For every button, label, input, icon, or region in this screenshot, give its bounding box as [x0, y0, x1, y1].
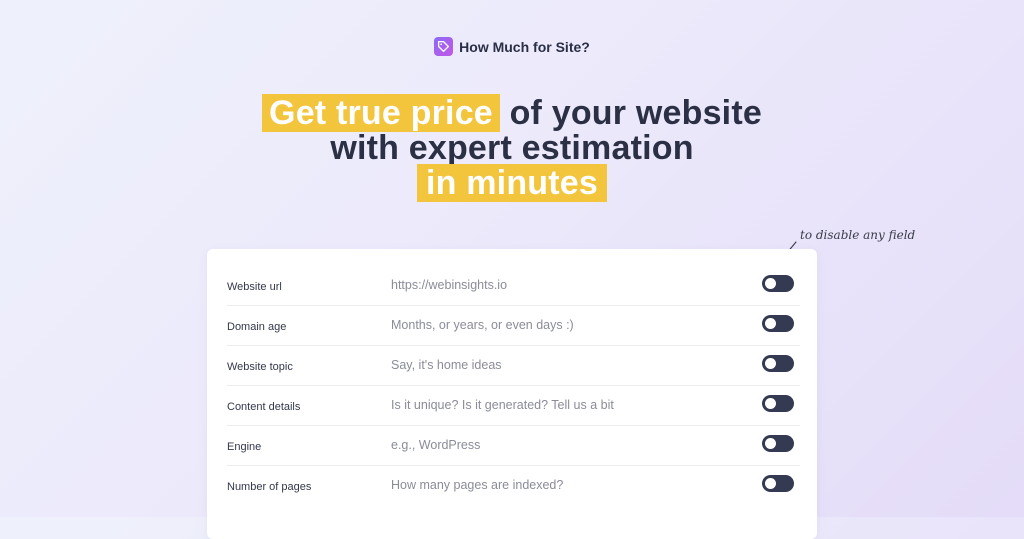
toggle-knob: [765, 398, 776, 409]
field-row-content-details: Content details: [227, 385, 800, 426]
brand[interactable]: How Much for Site?: [0, 37, 1024, 56]
toggle-knob: [765, 358, 776, 369]
content-details-toggle[interactable]: [762, 395, 794, 412]
toggle-knob: [765, 478, 776, 489]
field-label: Domain age: [227, 321, 287, 333]
website-url-input[interactable]: [391, 265, 731, 305]
domain-age-input[interactable]: [391, 305, 731, 345]
toggle-knob: [765, 318, 776, 329]
toggle-knob: [765, 278, 776, 289]
field-label: Content details: [227, 401, 301, 413]
headline-text: of your website: [509, 94, 762, 132]
engine-toggle[interactable]: [762, 435, 794, 452]
headline-line-2: with expert estimation: [330, 129, 694, 167]
domain-age-toggle[interactable]: [762, 315, 794, 332]
content-details-input[interactable]: [391, 385, 731, 425]
hero-headline: Get true price of your website with expe…: [0, 94, 1024, 202]
field-row-engine: Engine: [227, 425, 800, 466]
disable-hint: to disable any field: [800, 228, 916, 242]
field-label: Website topic: [227, 361, 293, 373]
website-topic-toggle[interactable]: [762, 355, 794, 372]
field-row-number-of-pages: Number of pages: [227, 465, 800, 505]
number-of-pages-input[interactable]: [391, 465, 731, 505]
field-row-website-url: Website url: [227, 265, 800, 306]
field-label: Website url: [227, 281, 282, 293]
tag-icon: [434, 37, 454, 56]
website-topic-input[interactable]: [391, 345, 731, 385]
website-url-toggle[interactable]: [762, 275, 794, 292]
brand-name: How Much for Site?: [459, 38, 590, 55]
field-row-website-topic: Website topic: [227, 345, 800, 386]
headline-highlight-2: in minutes: [416, 164, 608, 202]
field-label: Number of pages: [227, 481, 312, 493]
engine-input[interactable]: [391, 425, 731, 465]
headline-highlight: Get true price: [262, 94, 500, 132]
estimation-form: Website url Domain age Website topic Con…: [207, 249, 817, 539]
field-row-domain-age: Domain age: [227, 305, 800, 346]
toggle-knob: [765, 438, 776, 449]
field-label: Engine: [227, 441, 262, 453]
number-of-pages-toggle[interactable]: [762, 475, 794, 492]
